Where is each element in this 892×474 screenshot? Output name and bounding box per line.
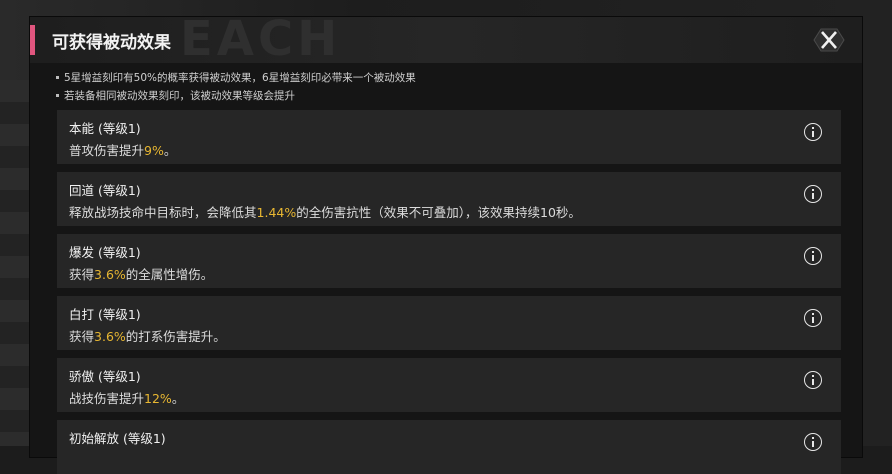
effect-value: 1.44%	[256, 205, 297, 220]
effect-card-huidao: 回道 (等级1) 释放战场技命中目标时，会降低其1.44%的全伤害抗性（效果不可…	[57, 172, 841, 226]
effect-name: 爆发 (等级1)	[69, 245, 141, 260]
close-button[interactable]	[810, 25, 848, 55]
effect-name: 本能 (等级1)	[69, 121, 141, 136]
effect-value: 9%	[144, 143, 164, 158]
dialog-title: 可获得被动效果	[52, 33, 171, 53]
effect-card-burst: 爆发 (等级1) 获得3.6%的全属性增伤。	[57, 234, 841, 288]
info-icon[interactable]	[804, 247, 822, 265]
info-icon[interactable]	[804, 309, 822, 327]
effect-description: 释放战场技命中目标时，会降低其1.44%的全伤害抗性（效果不可叠加），该效果持续…	[69, 205, 581, 220]
close-icon	[813, 28, 845, 52]
effect-description: 普攻伤害提升9%。	[69, 143, 177, 158]
note-item: 5星增益刻印有50%的概率获得被动效果，6星增益刻印必带来一个被动效果	[56, 69, 416, 87]
effect-name: 初始解放 (等级1)	[69, 431, 166, 446]
rules-notes: 5星增益刻印有50%的概率获得被动效果，6星增益刻印必带来一个被动效果 若装备相…	[56, 69, 416, 105]
effect-name: 白打 (等级1)	[69, 307, 141, 322]
effect-value: 3.6%	[94, 329, 126, 344]
effect-card-instinct: 本能 (等级1) 普攻伤害提升9%。	[57, 110, 841, 164]
passive-effects-dialog: EACH 可获得被动效果 5星增益刻印有50%的概率获得被动效果，6星增益刻印必…	[30, 17, 862, 474]
note-item: 若装备相同被动效果刻印，该被动效果等级会提升	[56, 87, 416, 105]
effect-value: 3.6%	[94, 267, 126, 282]
info-icon[interactable]	[804, 371, 822, 389]
effect-name: 回道 (等级1)	[69, 183, 141, 198]
effect-card-initial-release: 初始解放 (等级1)	[57, 420, 841, 474]
dialog-header: EACH 可获得被动效果	[30, 17, 862, 63]
effect-description: 战技伤害提升12%。	[69, 391, 185, 406]
info-icon[interactable]	[804, 185, 822, 203]
effect-value: 12%	[144, 391, 172, 406]
header-watermark: EACH	[180, 17, 342, 63]
header-accent-bar	[30, 25, 35, 55]
info-icon[interactable]	[804, 123, 822, 141]
effect-name: 骄傲 (等级1)	[69, 369, 141, 384]
effect-description: 获得3.6%的打系伤害提升。	[69, 329, 226, 344]
info-icon[interactable]	[804, 433, 822, 451]
effect-description: 获得3.6%的全属性增伤。	[69, 267, 214, 282]
effect-card-pride: 骄傲 (等级1) 战技伤害提升12%。	[57, 358, 841, 412]
effect-card-unarmed: 白打 (等级1) 获得3.6%的打系伤害提升。	[57, 296, 841, 350]
